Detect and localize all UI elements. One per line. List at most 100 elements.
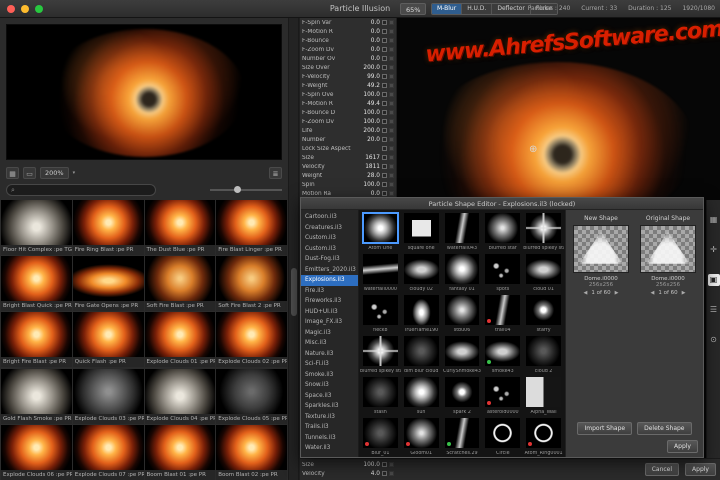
- parameter-value[interactable]: 100.0: [363, 110, 380, 116]
- parameter-row[interactable]: F-Bounce 0.0: [300, 36, 396, 45]
- shape-library-item[interactable]: Smoke.il3: [301, 370, 358, 381]
- shape-library-item[interactable]: Custom.il3: [301, 233, 358, 244]
- emitter-thumbnail[interactable]: Soft Fire Blast 2 :pe PR: [216, 256, 287, 312]
- parameter-row[interactable]: Lock Size Aspect: [300, 144, 396, 153]
- parameter-value[interactable]: 0.0: [371, 56, 380, 62]
- parameter-graph-icon[interactable]: [389, 146, 394, 151]
- parameter-row[interactable]: Velocity 1811: [300, 162, 396, 171]
- parameter-checkbox[interactable]: [382, 101, 387, 106]
- parameter-checkbox[interactable]: [382, 182, 387, 187]
- parameter-value[interactable]: 1617: [365, 155, 380, 161]
- emitter-thumbnail[interactable]: Fire Gate Opens :pe PR: [72, 256, 144, 312]
- parameter-graph-icon[interactable]: [389, 137, 394, 142]
- parameter-checkbox[interactable]: [382, 29, 387, 34]
- parameter-value[interactable]: 49.4: [367, 101, 380, 107]
- parameter-checkbox[interactable]: [382, 65, 387, 70]
- emitter-thumbnail[interactable]: Explode Clouds 02 :pe PR: [216, 312, 287, 368]
- parameter-checkbox[interactable]: [382, 74, 387, 79]
- parameter-value[interactable]: 20.0: [367, 137, 380, 143]
- emitter-thumbnail[interactable]: Boom Blast 02 :pe PR: [216, 424, 287, 480]
- parameter-graph-icon[interactable]: [389, 83, 394, 88]
- parameter-row[interactable]: F-Motion R 49.4: [300, 99, 396, 108]
- shape-library-item[interactable]: Cartoon.il3: [301, 212, 358, 223]
- shape-tile[interactable]: asteroid0000: [482, 375, 523, 416]
- parameter-row[interactable]: Number Ov 0.0: [300, 54, 396, 63]
- shape-tile[interactable]: Atom One: [360, 211, 401, 252]
- emitter-thumbnail[interactable]: Bright Fire Blast :pe PR: [1, 312, 72, 368]
- import-shape-button[interactable]: Import Shape: [577, 422, 633, 435]
- emitter-position-icon[interactable]: ⊕: [529, 144, 537, 155]
- shape-library-item[interactable]: Tunnels.il3: [301, 433, 358, 444]
- parameter-graph-icon[interactable]: [389, 47, 394, 52]
- shape-tile[interactable]: Circle: [482, 416, 523, 457]
- parameter-value[interactable]: 100.0: [363, 182, 380, 188]
- parameter-checkbox[interactable]: [382, 146, 387, 151]
- shape-tile[interactable]: square one: [401, 211, 442, 252]
- shape-library-item[interactable]: Misc.il3: [301, 338, 358, 349]
- parameter-checkbox[interactable]: [382, 471, 387, 476]
- parameter-graph-icon[interactable]: [389, 20, 394, 25]
- emitter-thumbnail[interactable]: Explode Clouds 03 :pe PR: [72, 368, 144, 424]
- shape-tile[interactable]: Gloom01: [401, 416, 442, 457]
- apply-button[interactable]: Apply: [685, 463, 716, 476]
- parameter-row[interactable]: Life 200.0: [300, 126, 396, 135]
- cancel-button[interactable]: Cancel: [644, 463, 680, 476]
- monitor-icon[interactable]: ▭: [23, 166, 36, 179]
- parameter-graph-icon[interactable]: [389, 101, 394, 106]
- shape-tile[interactable]: cloud 2: [523, 334, 564, 375]
- shape-tile[interactable]: waterfall043: [442, 211, 483, 252]
- list-view-icon[interactable]: ≣: [269, 166, 282, 179]
- emitter-thumbnail[interactable]: Fire Ring Blast :pe PR: [72, 200, 144, 255]
- next-frame-icon[interactable]: ▶: [615, 290, 619, 296]
- parameter-graph-icon[interactable]: [389, 155, 394, 160]
- shape-library-item[interactable]: Image_FX.il3: [301, 317, 358, 328]
- parameter-value[interactable]: 0.0: [371, 47, 380, 53]
- parameter-value[interactable]: 100.0: [363, 119, 380, 125]
- emitter-thumbnail[interactable]: Bright Blast Quick :pe PR: [1, 256, 72, 312]
- emitter-thumbnail[interactable]: The Dust Blue :pe PR: [144, 200, 216, 255]
- emitter-thumbnail[interactable]: Floor Hit Complex :pe TG: [1, 200, 72, 255]
- shape-tile[interactable]: TrueFlame190: [401, 293, 442, 334]
- rail-tool-icon[interactable]: ⊙: [708, 334, 720, 346]
- parameter-graph-icon[interactable]: [389, 191, 394, 196]
- shape-tile[interactable]: blurred star: [482, 211, 523, 252]
- parameter-graph-icon[interactable]: [389, 119, 394, 124]
- rail-tool-icon[interactable]: ▦: [708, 214, 720, 226]
- shape-tile[interactable]: fleck8: [360, 293, 401, 334]
- shape-library-item[interactable]: Texture.il3: [301, 412, 358, 423]
- emitter-preview-viewport[interactable]: [6, 24, 282, 160]
- delete-shape-button[interactable]: Delete Shape: [637, 422, 692, 435]
- shape-library-item[interactable]: Snow.il3: [301, 380, 358, 391]
- shape-library-item[interactable]: HUD+UI.il3: [301, 307, 358, 318]
- emitter-thumbnail[interactable]: Boom Blast 01 :pe PR: [144, 424, 216, 480]
- minimize-button[interactable]: [21, 5, 29, 13]
- shape-tile[interactable]: spark 2: [442, 375, 483, 416]
- parameter-value[interactable]: 100.0: [363, 92, 380, 98]
- shape-library-item[interactable]: Custom.il3: [301, 244, 358, 255]
- shape-tile[interactable]: cloud 01: [523, 252, 564, 293]
- parameter-checkbox[interactable]: [382, 110, 387, 115]
- prev-frame-icon[interactable]: ◀: [650, 290, 654, 296]
- shape-tile[interactable]: waterfall0000: [360, 252, 401, 293]
- stage-zoom-button[interactable]: 65%: [400, 3, 427, 15]
- prev-frame-icon[interactable]: ◀: [583, 290, 587, 296]
- shape-library-item[interactable]: Dust-Fog.il3: [301, 254, 358, 265]
- parameter-checkbox[interactable]: [382, 20, 387, 25]
- parameter-graph-icon[interactable]: [389, 92, 394, 97]
- parameter-value[interactable]: 0.0: [371, 29, 380, 35]
- shape-tile[interactable]: CurlyShmoke43: [442, 334, 483, 375]
- shape-tile[interactable]: stash: [360, 375, 401, 416]
- shape-library-item[interactable]: Magic.il3: [301, 328, 358, 339]
- rail-tool-icon[interactable]: ✛: [708, 244, 720, 256]
- parameter-checkbox[interactable]: [382, 173, 387, 178]
- parameter-graph-icon[interactable]: [389, 29, 394, 34]
- parameter-checkbox[interactable]: [382, 191, 387, 196]
- emitter-thumbnail[interactable]: Fire Blast Linger :pe PR: [216, 200, 287, 255]
- thumbnail-size-slider[interactable]: [210, 184, 282, 196]
- emitter-thumbnail[interactable]: Explode Clouds 01 :pe PR: [144, 312, 216, 368]
- parameter-graph-icon[interactable]: [389, 65, 394, 70]
- parameter-graph-icon[interactable]: [389, 182, 394, 187]
- shape-tile[interactable]: blurred spikey star: [523, 211, 564, 252]
- parameter-row[interactable]: F-Motion R 0.0: [300, 27, 396, 36]
- parameter-value[interactable]: 99.0: [367, 74, 380, 80]
